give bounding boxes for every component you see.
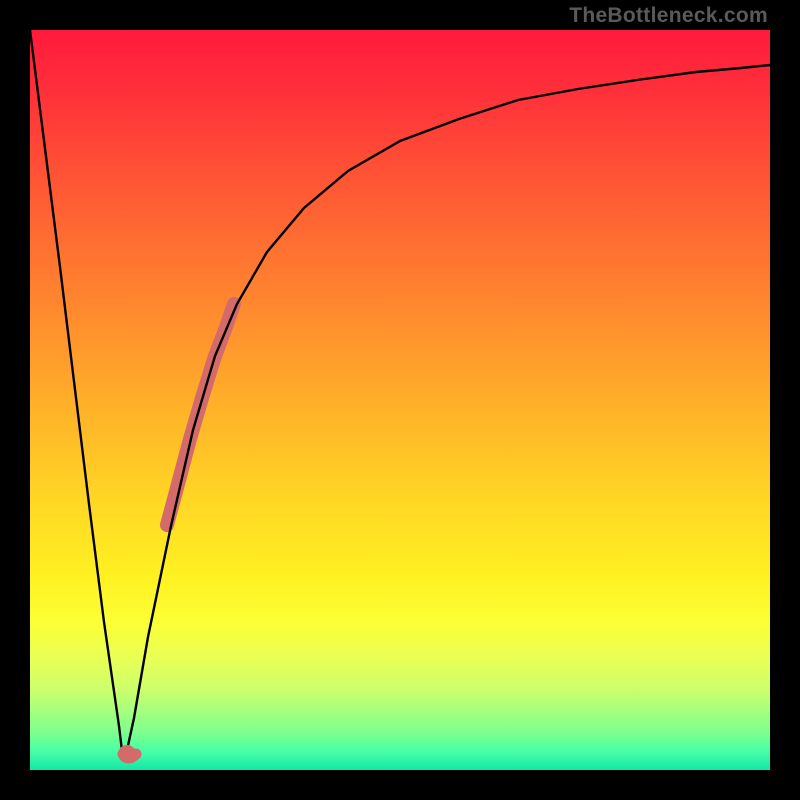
curve-layer <box>30 30 770 770</box>
plot-area <box>30 30 770 770</box>
watermark-text: TheBottleneck.com <box>569 4 768 28</box>
bottleneck-curve <box>30 30 770 757</box>
chart-frame: TheBottleneck.com <box>0 0 800 800</box>
min-marker <box>118 745 136 763</box>
